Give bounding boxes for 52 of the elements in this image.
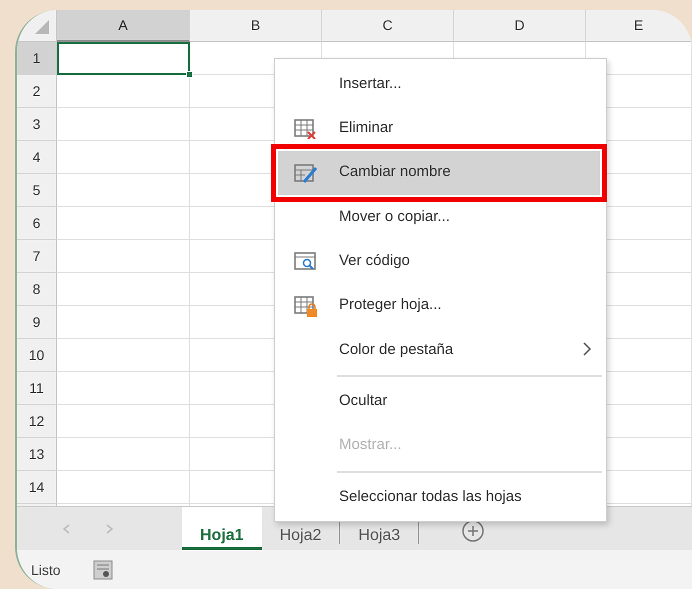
table-cell[interactable] (57, 372, 190, 405)
column-header[interactable]: A (57, 10, 190, 42)
table-cell[interactable] (57, 108, 190, 141)
menu-item[interactable]: Eliminar (275, 106, 606, 151)
row-header[interactable]: 5 (17, 174, 57, 207)
add-sheet-icon[interactable] (461, 519, 486, 543)
table-cell[interactable] (57, 207, 190, 240)
scroll-right-icon[interactable] (106, 524, 114, 534)
table-cell[interactable] (57, 306, 190, 339)
menu-item[interactable]: Insertar... (275, 62, 606, 106)
row-header[interactable]: 3 (17, 108, 57, 141)
row-header[interactable]: 11 (17, 372, 57, 405)
selected-cell[interactable] (57, 42, 190, 75)
column-header[interactable]: C (322, 10, 454, 42)
table-cell[interactable] (57, 471, 190, 504)
table-pencil-icon (294, 164, 318, 184)
chevron-right-icon (582, 342, 592, 356)
row-header[interactable]: 10 (17, 339, 57, 372)
row-header[interactable]: 2 (17, 75, 57, 108)
table-cell[interactable] (57, 174, 190, 207)
row-header[interactable]: 7 (17, 240, 57, 273)
table-cell[interactable] (57, 339, 190, 372)
menu-item[interactable]: Mover o copiar... (275, 194, 606, 240)
scroll-left-icon[interactable] (62, 524, 70, 534)
menu-item[interactable]: Color de pestaña (275, 328, 606, 372)
row-header[interactable]: 9 (17, 306, 57, 339)
row-header[interactable]: 13 (17, 438, 57, 471)
sheet-tab[interactable]: Hoja1 (182, 507, 262, 550)
row-header[interactable]: 6 (17, 207, 57, 240)
table-cell[interactable] (57, 240, 190, 273)
row-header[interactable]: 12 (17, 405, 57, 438)
column-header[interactable]: D (454, 10, 586, 42)
menu-item[interactable]: Proteger hoja... (275, 283, 606, 328)
macro-record-icon[interactable] (92, 560, 113, 580)
row-header[interactable]: 8 (17, 273, 57, 306)
table-cell[interactable] (57, 273, 190, 306)
table-lock-icon (294, 296, 318, 318)
menu-item[interactable]: Cambiar nombre (278, 150, 600, 195)
column-header[interactable]: E (586, 10, 692, 42)
menu-item[interactable]: Ver código (275, 239, 606, 284)
table-cell[interactable] (57, 405, 190, 438)
row-header[interactable]: 1 (17, 42, 57, 75)
table-cell[interactable] (57, 75, 190, 108)
status-text: Listo (31, 560, 61, 580)
table-delete-icon (294, 119, 316, 140)
table-cell[interactable] (57, 438, 190, 471)
window-magnifier-icon (294, 252, 318, 272)
column-header[interactable]: B (190, 10, 322, 42)
row-header[interactable]: 4 (17, 141, 57, 174)
table-cell[interactable] (57, 141, 190, 174)
corner-triangle-icon (33, 18, 51, 36)
row-header[interactable]: 14 (17, 471, 57, 504)
